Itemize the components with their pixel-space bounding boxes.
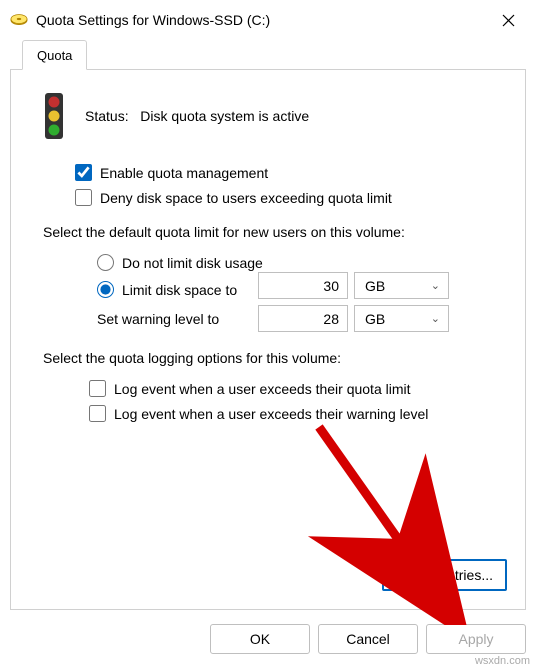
status-label: Status: [85, 108, 129, 124]
window-title: Quota Settings for Windows-SSD (C:) [36, 12, 492, 28]
quota-panel: Status: Disk quota system is active Enab… [10, 70, 526, 610]
limit-radio[interactable] [97, 281, 114, 298]
enable-quota-checkbox[interactable] [75, 164, 92, 181]
warning-unit-text: GB [365, 311, 385, 327]
close-icon [502, 14, 515, 27]
no-limit-radio[interactable] [97, 254, 114, 271]
status-text: Status: Disk quota system is active [85, 108, 309, 124]
cancel-button[interactable]: Cancel [318, 624, 418, 654]
warning-label: Set warning level to [97, 311, 252, 327]
enable-quota-label: Enable quota management [100, 165, 268, 181]
limit-unit-text: GB [365, 278, 385, 294]
close-button[interactable] [492, 4, 524, 36]
apply-button: Apply [426, 624, 526, 654]
warning-unit-select[interactable]: GB ⌄ [354, 305, 449, 332]
log-quota-label: Log event when a user exceeds their quot… [114, 381, 411, 397]
limit-value-input[interactable] [258, 272, 348, 299]
logging-heading: Select the quota logging options for thi… [29, 350, 507, 366]
limit-label: Limit disk space to [122, 282, 237, 298]
watermark: wsxdn.com [475, 655, 530, 667]
log-warning-row: Log event when a user exceeds their warn… [29, 405, 507, 422]
limit-heading: Select the default quota limit for new u… [29, 224, 507, 240]
annotation-arrow [307, 415, 487, 625]
deny-space-label: Deny disk space to users exceeding quota… [100, 190, 392, 206]
titlebar: Quota Settings for Windows-SSD (C:) [0, 0, 536, 40]
warning-value-input[interactable] [258, 305, 348, 332]
deny-space-checkbox[interactable] [75, 189, 92, 206]
log-warning-checkbox[interactable] [89, 405, 106, 422]
traffic-light-icon [39, 92, 69, 140]
log-quota-checkbox[interactable] [89, 380, 106, 397]
no-limit-label: Do not limit disk usage [122, 255, 263, 271]
status-value: Disk quota system is active [140, 108, 309, 124]
chevron-down-icon: ⌄ [431, 312, 440, 325]
tabstrip: Quota [10, 40, 526, 70]
tab-quota[interactable]: Quota [22, 40, 87, 70]
log-warning-label: Log event when a user exceeds their warn… [114, 406, 428, 422]
deny-space-row: Deny disk space to users exceeding quota… [29, 189, 507, 206]
dialog-buttons: OK Cancel Apply [0, 610, 536, 654]
disk-icon [10, 11, 28, 29]
ok-button[interactable]: OK [210, 624, 310, 654]
log-quota-row: Log event when a user exceeds their quot… [29, 380, 507, 397]
enable-quota-row: Enable quota management [29, 164, 507, 181]
status-row: Status: Disk quota system is active [29, 92, 507, 140]
quota-entries-button[interactable]: Quota Entries... [382, 559, 507, 591]
limit-unit-select[interactable]: GB ⌄ [354, 272, 449, 299]
chevron-down-icon: ⌄ [431, 279, 440, 292]
